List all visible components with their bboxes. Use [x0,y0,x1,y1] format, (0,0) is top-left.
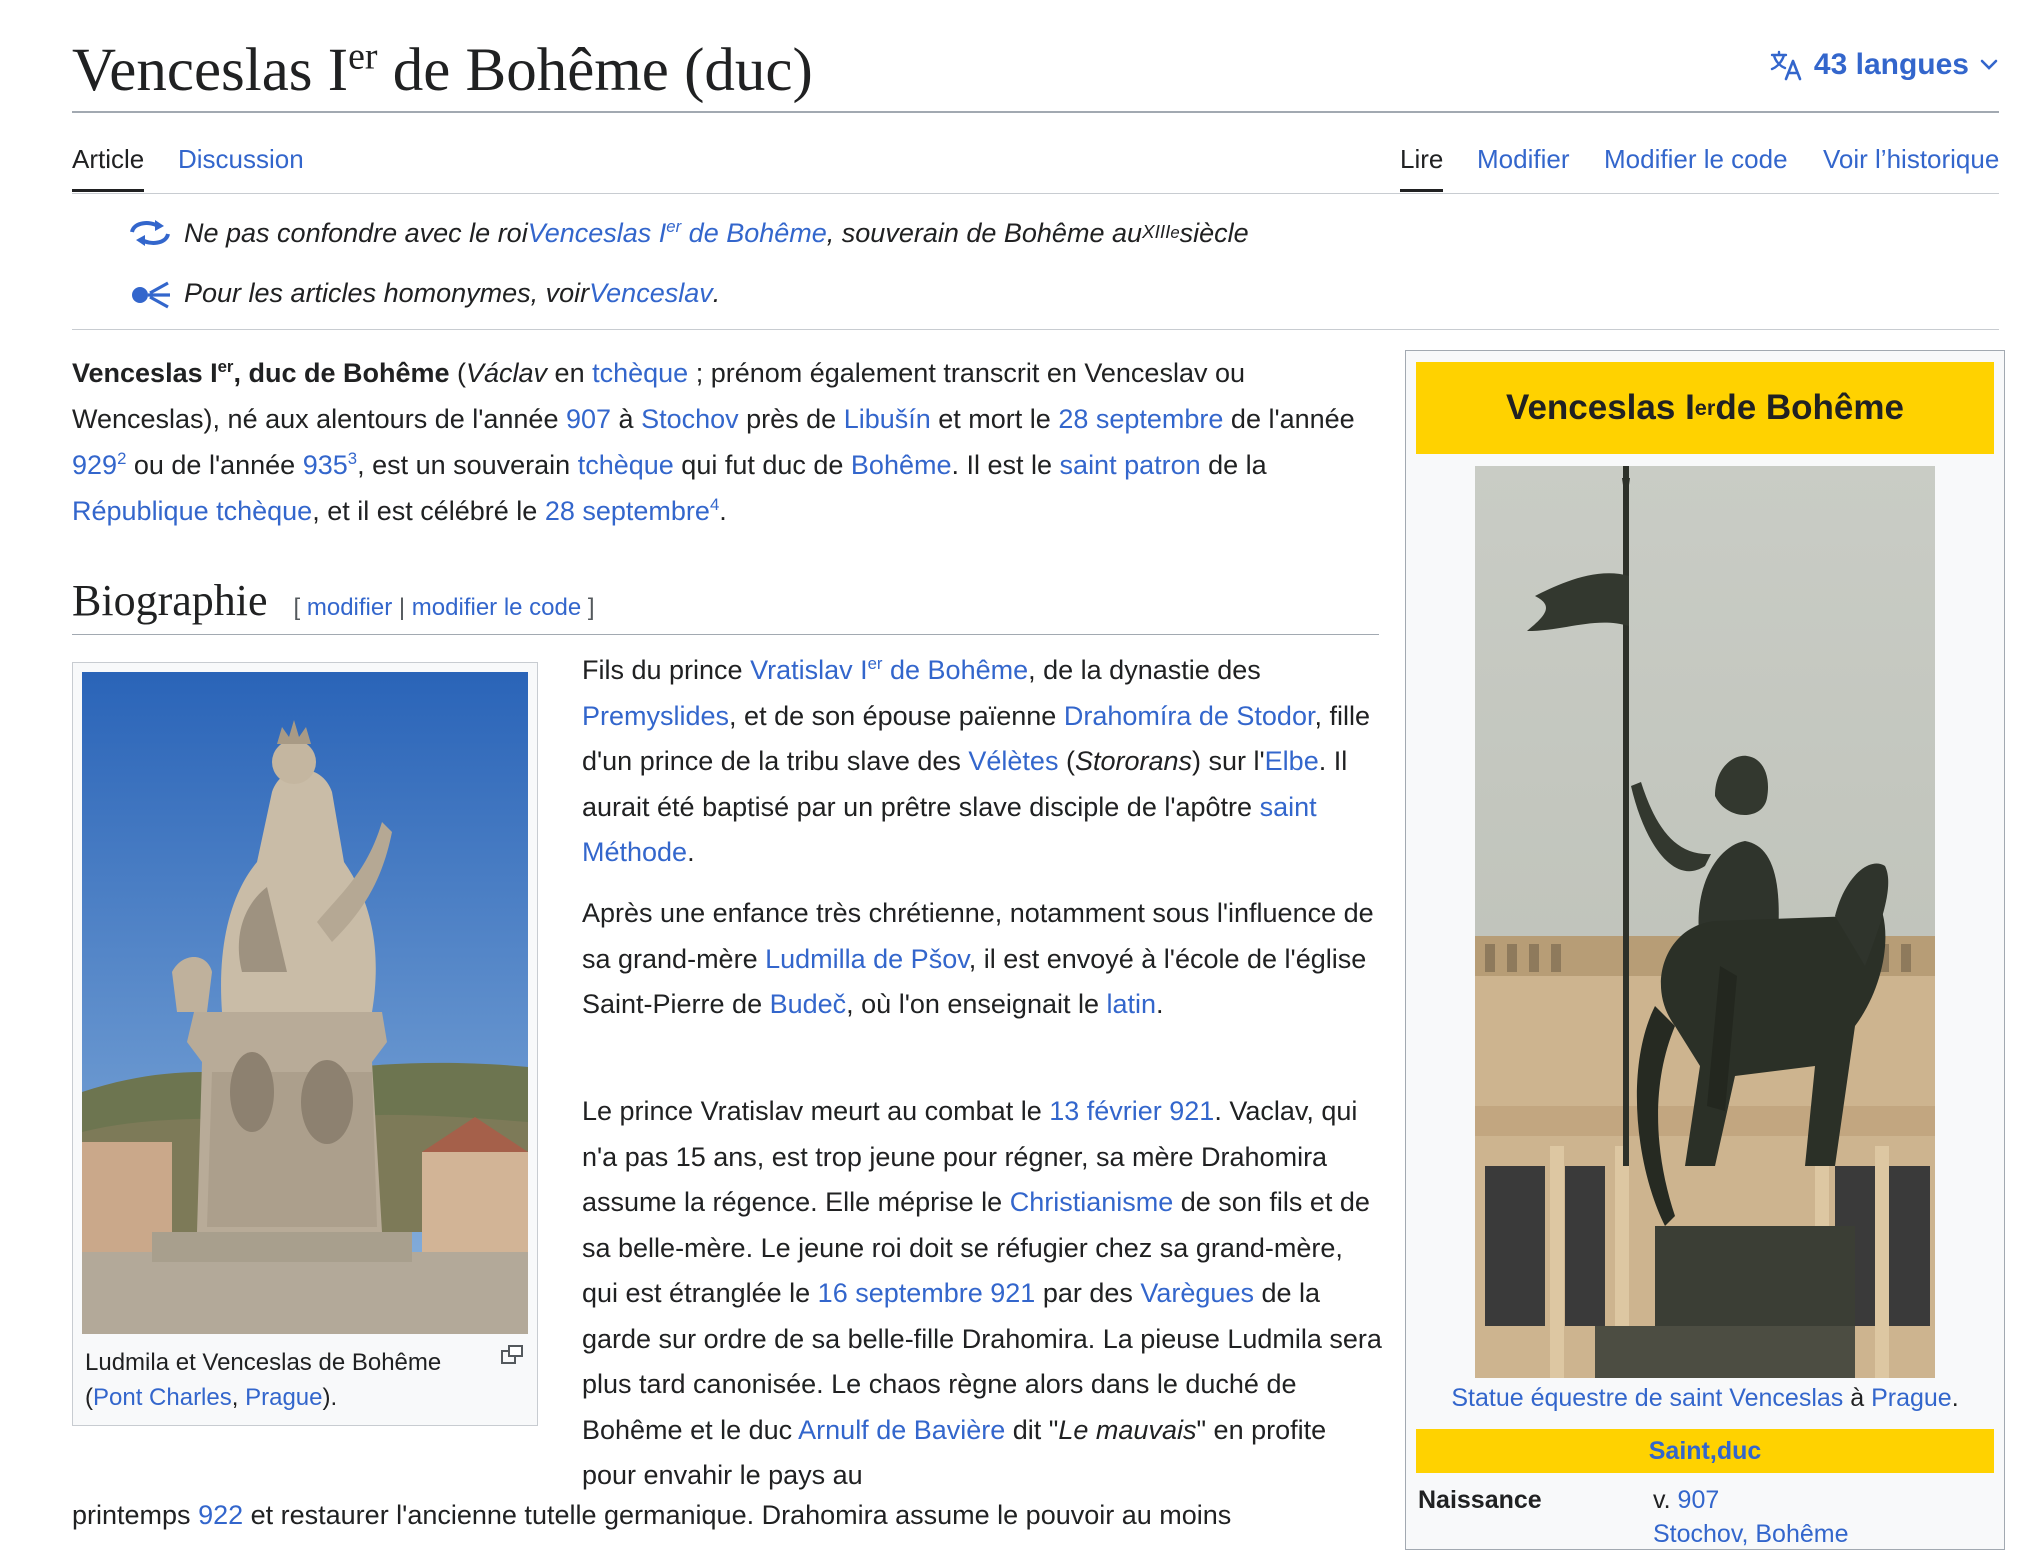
link-boheme[interactable]: Bohême [851,450,952,480]
confusion-icon [130,220,170,246]
section-title: Biographie [72,576,268,625]
lead-bold: Venceslas Ier, duc de Bohême [72,357,450,388]
link-statue-equestre[interactable]: Statue équestre de saint Venceslas [1451,1384,1843,1412]
link-duc[interactable]: duc [1717,1437,1761,1466]
statue-ludmila-image[interactable] [82,672,528,1334]
link-veletes[interactable]: Vélètes [968,746,1058,776]
link-907-infobox[interactable]: 907 [1678,1486,1720,1514]
tab-article[interactable]: Article [72,144,145,192]
paragraph-1: Fils du prince Vratislav Ier de Bohême, … [582,654,1370,867]
link-935[interactable]: 935 [303,450,348,480]
paragraph-2: Après une enfance très chrétienne, notam… [582,898,1374,1019]
languages-button[interactable]: 43 langues [1770,48,1999,82]
translate-icon [1770,50,1802,81]
hatnote-divider [72,329,1999,330]
statue-venceslas-image[interactable] [1475,466,1935,1378]
tab-edit-source[interactable]: Modifier le code [1604,144,1788,189]
link-saint-patron[interactable]: saint patron [1060,450,1201,480]
link-prague[interactable]: Prague [245,1384,322,1411]
hatnote-text: siècle [1179,217,1249,248]
intro-paragraph: Venceslas Ier, duc de Bohême (Václav en … [72,357,1355,526]
infobox-row-label: Naissance [1418,1486,1542,1514]
link-929[interactable]: 929 [72,450,117,480]
link-premyslides[interactable]: Premyslides [582,701,729,731]
tab-discussion[interactable]: Discussion [178,144,304,189]
section-edit-links: [ modifier | modifier le code ] [293,594,595,621]
hatnote-text: Pour les articles homonymes, voir [184,277,590,308]
disambiguation-icon [132,281,170,309]
chevron-down-icon [1980,59,1998,70]
ref-4[interactable]: 4 [710,495,719,514]
hatnote-link-venceslav[interactable]: Venceslav [589,278,713,309]
thumbnail-caption: Ludmila et Venceslas de Bohême (Pont Cha… [85,1349,442,1411]
link-28-septembre[interactable]: 28 septembre [1058,404,1223,434]
link-prague-infobox[interactable]: Prague [1871,1384,1952,1412]
link-13-fevrier-921[interactable]: 13 février 921 [1049,1096,1214,1126]
infobox-row-value: v. 907 [1653,1486,1720,1514]
hatnote-link-king[interactable]: Venceslas Ier de Bohême [528,218,827,249]
century-smallcaps: XIII [1142,222,1171,243]
hatnote-confusion: Ne pas confondre avec le roi Venceslas I… [128,216,1249,250]
link-latin[interactable]: latin [1107,989,1157,1019]
tab-read[interactable]: Lire [1400,144,1444,192]
infobox-title: Venceslas Ier de Bohême [1416,362,1994,454]
link-pont-charles[interactable]: Pont Charles [93,1384,232,1411]
link-907[interactable]: 907 [566,404,611,434]
languages-label: 43 langues [1813,48,1969,81]
hatnote-text: . [712,277,721,308]
link-christianisme[interactable]: Christianisme [1010,1187,1174,1217]
thumbnail-figure: Ludmila et Venceslas de Bohême (Pont Cha… [72,662,538,1426]
link-drahomira[interactable]: Drahomíra de Stodor [1064,701,1315,731]
title-divider [72,111,1999,113]
title-sup: er [348,35,378,78]
paragraph-continuation: printemps 922 et restaurer l'ancienne tu… [72,1500,1232,1530]
link-budec[interactable]: Budeč [770,989,847,1019]
link-ludmilla[interactable]: Ludmilla de Pšov [765,944,969,974]
section-divider [72,634,1379,635]
czech-name: Václav [466,358,548,388]
link-stochov[interactable]: Stochov [641,404,739,434]
ref-2[interactable]: 2 [117,449,126,468]
paragraph-3: Le prince Vratislav meurt au combat le 1… [582,1096,1382,1490]
hatnote-text: Ne pas confondre avec le roi [184,217,528,248]
ref-3[interactable]: 3 [348,449,357,468]
tab-edit[interactable]: Modifier [1477,144,1569,189]
link-republique-tcheque[interactable]: République tchèque [72,496,312,526]
hatnote-text: , souverain de Bohême au [826,217,1142,248]
infobox-caption: Statue équestre de saint Venceslas à Pra… [1451,1384,1959,1412]
infobox: Venceslas Ier de Bohême Statue équestre … [1405,350,2005,1550]
link-elbe[interactable]: Elbe [1265,746,1319,776]
link-varegues[interactable]: Varègues [1140,1278,1254,1308]
hatnote-disambiguation: Pour les articles homonymes, voir Vences… [128,276,720,310]
link-tcheque-2[interactable]: tchèque [578,450,674,480]
page-title: Venceslas Ier de Bohême (duc) [72,36,813,106]
section-edit-source-link[interactable]: modifier le code [412,594,581,621]
link-tcheque[interactable]: tchèque [592,358,688,388]
link-vratislav[interactable]: Vratislav Ier de Bohême [750,655,1028,685]
link-saint[interactable]: Saint [1649,1437,1710,1466]
section-edit-link[interactable]: modifier [307,594,392,621]
infobox-row-value-next[interactable]: Stochov, Bohême [1653,1520,1848,1549]
title-text-rest: de Bohême (duc) [377,37,813,104]
link-28-septembre-2[interactable]: 28 septembre [545,496,710,526]
link-arnulf[interactable]: Arnulf de Bavière [798,1415,1005,1445]
link-libusin[interactable]: Libušín [844,404,931,434]
title-text: Venceslas I [72,37,349,104]
tabs-divider [72,193,1999,194]
tab-history[interactable]: Voir l’historique [1823,144,1999,189]
link-16-septembre-921[interactable]: 16 septembre 921 [818,1278,1036,1308]
infobox-subtitle: Saint, duc [1416,1429,1994,1473]
section-heading-biographie: Biographie [ modifier | modifier le code … [72,575,595,626]
